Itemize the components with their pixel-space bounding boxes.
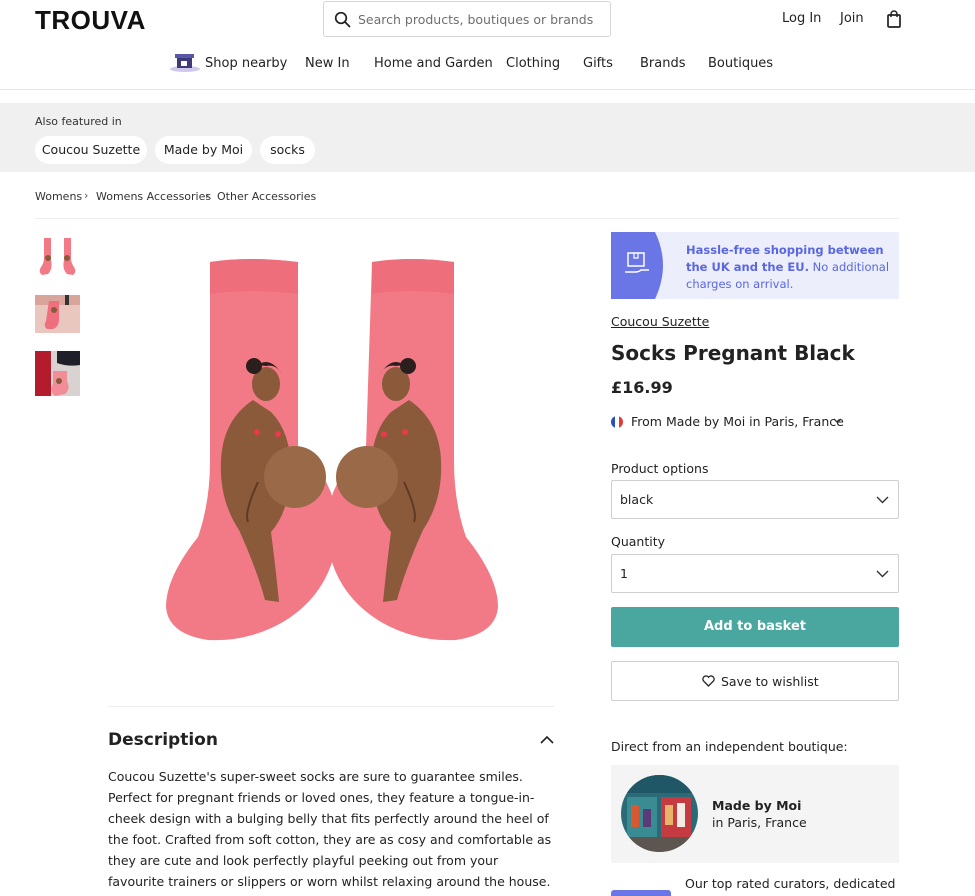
nav-gifts[interactable]: Gifts bbox=[583, 56, 613, 71]
shopping-bag-icon[interactable] bbox=[886, 10, 902, 28]
wishlist-label: Save to wishlist bbox=[721, 674, 819, 689]
search-icon[interactable] bbox=[334, 11, 351, 28]
curators-text: Our top rated curators, dedicated to bbox=[685, 876, 896, 896]
product-thumbnail[interactable] bbox=[35, 351, 80, 396]
breadcrumb-separator-icon: › bbox=[84, 189, 89, 202]
nav-brands[interactable]: Brands bbox=[640, 56, 686, 71]
description-text: Coucou Suzette's super-sweet socks are s… bbox=[108, 769, 552, 889]
breadcrumb-item[interactable]: Other Accessories bbox=[217, 190, 316, 203]
quantity-select[interactable]: 1 bbox=[611, 554, 899, 593]
brand-link[interactable]: Coucou Suzette bbox=[611, 314, 709, 329]
heart-icon bbox=[702, 675, 715, 687]
france-flag-icon bbox=[611, 416, 623, 428]
boutique-card[interactable]: Made by Moi in Paris, France bbox=[611, 765, 899, 863]
breadcrumb-item[interactable]: Womens Accessories bbox=[96, 190, 211, 203]
product-thumbnail[interactable] bbox=[35, 236, 80, 281]
promo-text: Hassle-free shopping between the UK and … bbox=[686, 242, 891, 293]
curator-badge-icon bbox=[611, 890, 671, 896]
nav-shop-nearby[interactable]: Shop nearby bbox=[205, 56, 287, 71]
origin-text[interactable]: From Made by Moi in Paris, France bbox=[631, 414, 844, 429]
divider bbox=[35, 218, 899, 219]
join-link[interactable]: Join bbox=[840, 11, 864, 26]
nav-new-in[interactable]: New In bbox=[305, 56, 350, 71]
breadcrumb-item[interactable]: Womens bbox=[35, 190, 82, 203]
boutique-location: in Paris, France bbox=[712, 815, 807, 830]
site-header: TROUVA Log In Join Shop nearby New In Ho… bbox=[0, 0, 975, 90]
shop-nearby-icon bbox=[170, 54, 200, 72]
product-options-select[interactable]: black bbox=[611, 480, 899, 519]
login-link[interactable]: Log In bbox=[782, 11, 821, 26]
boutique-name[interactable]: Made by Moi bbox=[712, 798, 801, 813]
nav-clothing[interactable]: Clothing bbox=[506, 56, 560, 71]
direct-from-boutique-label: Direct from an independent boutique: bbox=[611, 739, 848, 754]
description-heading[interactable]: Description bbox=[108, 730, 218, 750]
also-featured-label: Also featured in bbox=[35, 115, 122, 128]
selected-quantity: 1 bbox=[620, 566, 628, 581]
product-main-image[interactable] bbox=[108, 232, 554, 692]
trouva-logo[interactable]: TROUVA bbox=[35, 5, 146, 36]
nav-home-and-garden[interactable]: Home and Garden bbox=[374, 56, 493, 71]
product-title: Socks Pregnant Black bbox=[611, 341, 855, 365]
product-options-label: Product options bbox=[611, 461, 709, 476]
chevron-down-icon bbox=[876, 570, 889, 578]
boutique-avatar bbox=[621, 775, 698, 852]
featured-chip[interactable]: Coucou Suzette bbox=[35, 136, 147, 164]
chevron-down-icon bbox=[876, 496, 889, 504]
quantity-label: Quantity bbox=[611, 534, 666, 549]
eu-shipping-promo: Hassle-free shopping between the UK and … bbox=[611, 232, 899, 299]
save-to-wishlist-button[interactable]: Save to wishlist bbox=[611, 661, 899, 701]
shipping-box-icon bbox=[611, 232, 663, 299]
also-featured-band: Also featured in Coucou Suzette Made by … bbox=[0, 103, 975, 172]
search-input[interactable] bbox=[358, 6, 606, 32]
chevron-up-icon[interactable] bbox=[539, 734, 555, 746]
selected-option: black bbox=[620, 492, 654, 507]
divider bbox=[108, 706, 554, 707]
featured-chip[interactable]: Made by Moi bbox=[155, 136, 252, 164]
featured-chip[interactable]: socks bbox=[260, 136, 315, 164]
product-price: £16.99 bbox=[611, 378, 673, 397]
search-box[interactable] bbox=[323, 1, 611, 37]
add-to-basket-button[interactable]: Add to basket bbox=[611, 607, 899, 647]
nav-boutiques[interactable]: Boutiques bbox=[708, 56, 773, 71]
breadcrumb-separator-icon: › bbox=[205, 189, 210, 202]
product-thumbnail[interactable] bbox=[35, 295, 80, 340]
chevron-down-icon[interactable] bbox=[833, 418, 842, 424]
